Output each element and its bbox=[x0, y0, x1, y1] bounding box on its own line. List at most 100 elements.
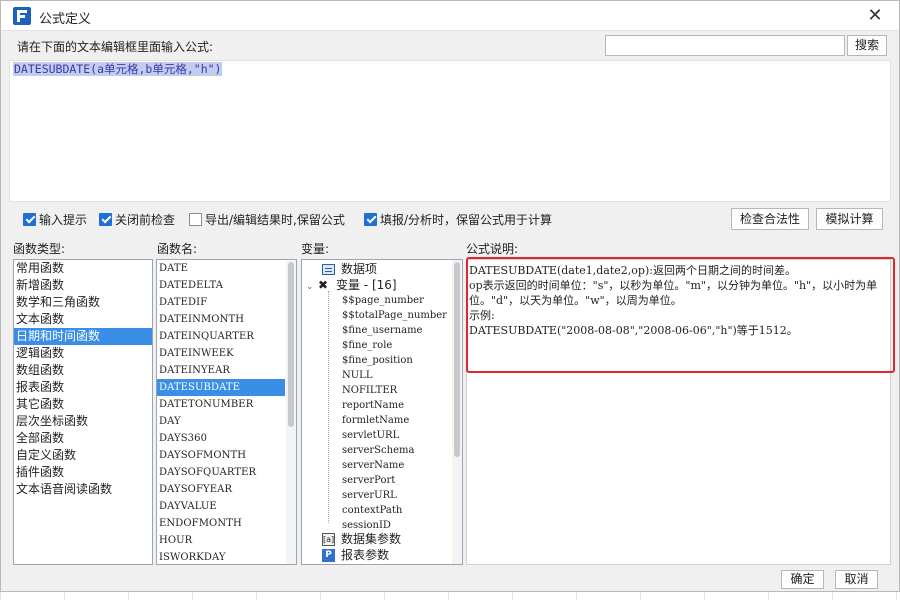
app-logo-icon bbox=[13, 7, 31, 25]
keep-formula-fill-label: 填报/分析时，保留公式用于计算 bbox=[380, 212, 553, 227]
category-item[interactable]: 全部函数 bbox=[14, 430, 152, 447]
tree-dataset-params[interactable]: [a] 数据集参数 bbox=[322, 532, 401, 547]
tree-report-params[interactable]: P 报表参数 bbox=[322, 548, 389, 563]
keep-formula-fill-checkbox[interactable] bbox=[364, 212, 377, 226]
function-item[interactable]: HOUR bbox=[157, 532, 285, 549]
tree-variable-item[interactable]: reportName bbox=[342, 398, 404, 413]
check-before-close-checkbox[interactable] bbox=[99, 212, 112, 226]
tree-variable-item[interactable]: sessionID bbox=[342, 518, 391, 533]
function-item[interactable]: DATETONUMBER bbox=[157, 396, 285, 413]
function-item[interactable]: DAYSOFQUARTER bbox=[157, 464, 285, 481]
category-item[interactable]: 其它函数 bbox=[14, 396, 152, 413]
data-items-icon bbox=[322, 264, 335, 275]
function-item[interactable]: DAYVALUE bbox=[157, 498, 285, 515]
keep-formula-export-label: 导出/编辑结果时,保留公式 bbox=[205, 212, 345, 227]
category-item[interactable]: 层次坐标函数 bbox=[14, 413, 152, 430]
function-item[interactable]: DATEDIF bbox=[157, 294, 285, 311]
window-title: 公式定义 bbox=[39, 12, 92, 27]
close-icon[interactable]: ✕ bbox=[865, 6, 885, 26]
input-hint-label: 输入提示 bbox=[39, 212, 88, 227]
description-highlight-box bbox=[466, 257, 895, 373]
function-item[interactable]: ISWORKDAY bbox=[157, 549, 285, 564]
function-item[interactable]: DAYSOFYEAR bbox=[157, 481, 285, 498]
tree-variables-group[interactable]: ⌄ ✖ 变量 - [16] bbox=[306, 278, 397, 293]
dataset-params-label: 数据集参数 bbox=[341, 532, 402, 546]
function-item[interactable]: DAYSOFMONTH bbox=[157, 447, 285, 464]
report-params-icon: P bbox=[322, 549, 335, 562]
chevron-down-icon[interactable]: ⌄ bbox=[306, 280, 318, 295]
check-before-close-label: 关闭前检查 bbox=[115, 212, 176, 227]
tree-data-items[interactable]: 数据项 bbox=[322, 262, 377, 277]
tree-variable-item[interactable]: serverSchema bbox=[342, 443, 414, 458]
option-keep-formula-export[interactable]: 导出/编辑结果时,保留公式 bbox=[189, 210, 345, 228]
function-item[interactable]: ENDOFMONTH bbox=[157, 515, 285, 532]
category-item[interactable]: 数学和三角函数 bbox=[14, 294, 152, 311]
dataset-params-icon: [a] bbox=[322, 533, 335, 546]
categories-label: 函数类型: bbox=[13, 242, 66, 256]
variable-tree-scroll-thumb[interactable] bbox=[454, 262, 460, 457]
category-item[interactable]: 插件函数 bbox=[14, 464, 152, 481]
check-validity-button[interactable]: 检查合法性 bbox=[731, 208, 809, 230]
variable-tree-scrollbar[interactable] bbox=[452, 260, 462, 564]
formula-editor[interactable]: DATESUBDATE(a单元格,b单元格,"h") bbox=[9, 60, 891, 202]
option-keep-formula-fill[interactable]: 填报/分析时，保留公式用于计算 bbox=[364, 210, 552, 228]
tree-variable-item[interactable]: NULL bbox=[342, 368, 372, 383]
category-item[interactable]: 新增函数 bbox=[14, 277, 152, 294]
ok-button[interactable]: 确定 bbox=[781, 570, 824, 589]
variables-group-label: 变量 - [16] bbox=[336, 278, 397, 292]
variables-label: 变量: bbox=[301, 242, 330, 256]
function-item[interactable]: DAYS360 bbox=[157, 430, 285, 447]
tree-variable-item[interactable]: servletURL bbox=[342, 428, 399, 443]
function-list-scroll-thumb[interactable] bbox=[288, 262, 294, 427]
cancel-button[interactable]: 取消 bbox=[835, 570, 878, 589]
category-item[interactable]: 常用函数 bbox=[14, 260, 152, 277]
description-label: 公式说明: bbox=[466, 242, 519, 256]
category-list[interactable]: 常用函数 新增函数 数学和三角函数 文本函数 日期和时间函数 逻辑函数 数组函数 报表函数 其它… bbox=[13, 259, 153, 565]
tree-variable-item[interactable]: $$page_number bbox=[342, 293, 424, 308]
variable-tree[interactable]: 数据项 ⌄ ✖ 变量 - [16] $$page_number $$totalPage_n… bbox=[301, 259, 463, 565]
tree-variable-item[interactable]: NOFILTER bbox=[342, 383, 397, 398]
category-item[interactable]: 自定义函数 bbox=[14, 447, 152, 464]
simulate-calc-button[interactable]: 模拟计算 bbox=[816, 208, 883, 230]
tree-variable-item[interactable]: serverURL bbox=[342, 488, 397, 503]
input-hint-checkbox[interactable] bbox=[23, 212, 36, 226]
function-item[interactable]: DATESUBDATE bbox=[157, 379, 285, 396]
tree-variable-item[interactable]: contextPath bbox=[342, 503, 402, 518]
editor-prompt-label: 请在下面的文本编辑框里面输入公式: bbox=[17, 40, 214, 54]
function-item[interactable]: DATEINMONTH bbox=[157, 311, 285, 328]
tree-variable-item[interactable]: serverName bbox=[342, 458, 404, 473]
variable-icon: ✖ bbox=[318, 278, 329, 292]
category-item[interactable]: 报表函数 bbox=[14, 379, 152, 396]
category-item[interactable]: 文本语音阅读函数 bbox=[14, 481, 152, 498]
tree-variable-item[interactable]: serverPort bbox=[342, 473, 395, 488]
tree-variable-item[interactable]: $fine_position bbox=[342, 353, 413, 368]
tree-guide-line bbox=[328, 291, 329, 523]
option-check-before-close[interactable]: 关闭前检查 bbox=[99, 210, 175, 228]
category-item[interactable]: 逻辑函数 bbox=[14, 345, 152, 362]
report-params-label: 报表参数 bbox=[341, 548, 390, 562]
tree-variable-item[interactable]: $$totalPage_number bbox=[342, 308, 447, 323]
function-item[interactable]: DATEINQUARTER bbox=[157, 328, 285, 345]
formula-text[interactable]: DATESUBDATE(a单元格,b单元格,"h") bbox=[13, 62, 223, 76]
function-item[interactable]: DATE bbox=[157, 260, 285, 277]
tree-variable-item[interactable]: $fine_role bbox=[342, 338, 392, 353]
option-input-hint[interactable]: 输入提示 bbox=[23, 210, 87, 228]
function-item[interactable]: DATEDELTA bbox=[157, 277, 285, 294]
search-input[interactable] bbox=[605, 35, 845, 56]
functions-label: 函数名: bbox=[157, 242, 198, 256]
function-item[interactable]: DATEINWEEK bbox=[157, 345, 285, 362]
keep-formula-export-checkbox[interactable] bbox=[189, 212, 202, 226]
category-item[interactable]: 日期和时间函数 bbox=[14, 328, 152, 345]
function-list-scrollbar[interactable] bbox=[286, 260, 296, 564]
title-bar: 公式定义 ✕ bbox=[1, 1, 899, 31]
function-item[interactable]: DAY bbox=[157, 413, 285, 430]
tree-variable-item[interactable]: $fine_username bbox=[342, 323, 422, 338]
function-list[interactable]: DATE DATEDELTA DATEDIF DATEINMONTH DATEINQUA… bbox=[156, 259, 297, 565]
category-item[interactable]: 数组函数 bbox=[14, 362, 152, 379]
formula-dialog: 公式定义 ✕ 请在下面的文本编辑框里面输入公式: 搜索 DATESUBDATE(… bbox=[0, 0, 900, 592]
category-item[interactable]: 文本函数 bbox=[14, 311, 152, 328]
data-items-label: 数据项 bbox=[341, 262, 378, 276]
tree-variable-item[interactable]: formletName bbox=[342, 413, 409, 428]
function-item[interactable]: DATEINYEAR bbox=[157, 362, 285, 379]
search-button[interactable]: 搜索 bbox=[847, 35, 887, 56]
